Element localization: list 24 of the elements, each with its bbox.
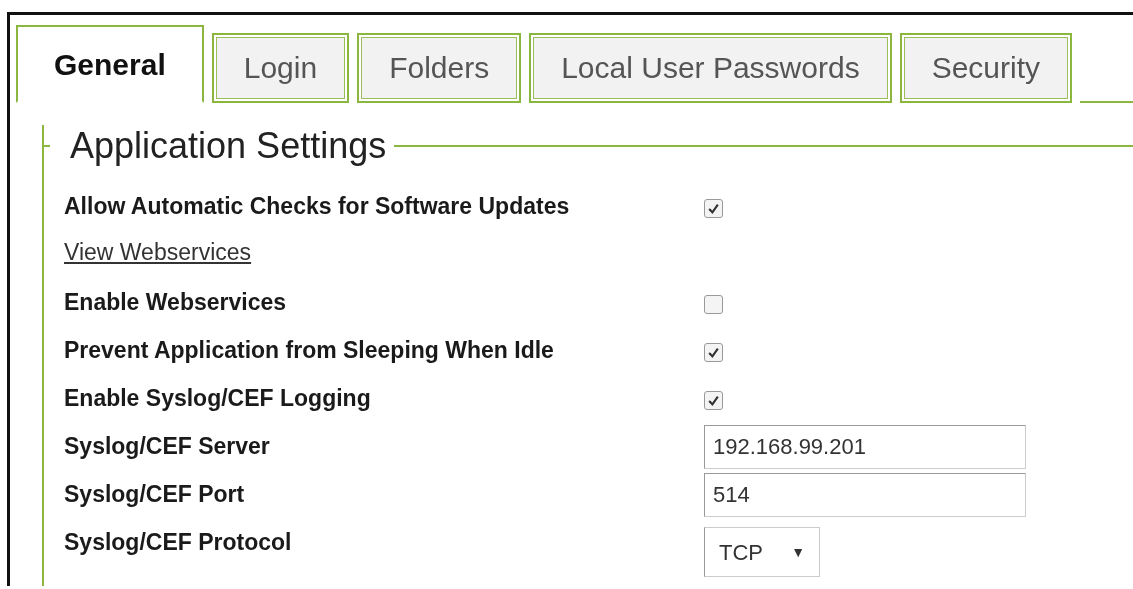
setting-label: Allow Automatic Checks for Software Updates [64,192,571,220]
tab[interactable]: Local User Passwords [529,33,892,103]
setting-label: Prevent Application from Sleeping When Idle [64,336,555,364]
tab[interactable]: Folders [357,33,522,103]
checkbox[interactable] [704,199,723,218]
checkbox[interactable] [704,295,723,314]
check-icon [707,394,720,407]
setting-label: Syslog/CEF Protocol [64,528,293,556]
check-icon [707,346,720,359]
setting-label: Enable Webservices [64,288,288,316]
view-webservices-link[interactable]: View Webservices [64,237,252,279]
input-field[interactable]: 514 [704,473,1026,517]
tab[interactable]: Security [899,33,1072,103]
input-field[interactable]: 192.168.99.201 [704,425,1026,469]
checkbox[interactable] [704,343,723,362]
setting-label: Syslog/CEF Server [64,432,271,460]
section-title: Application Settings [69,125,388,167]
tab[interactable]: Login [211,33,350,103]
protocol-dropdown[interactable]: TCP ▼ [704,527,820,577]
checkbox[interactable] [704,391,723,410]
setting-label: Syslog/CEF Port [64,480,246,508]
tab[interactable]: General [16,25,204,103]
check-icon [707,202,720,215]
setting-label: Enable Syslog/CEF Logging [64,384,372,412]
